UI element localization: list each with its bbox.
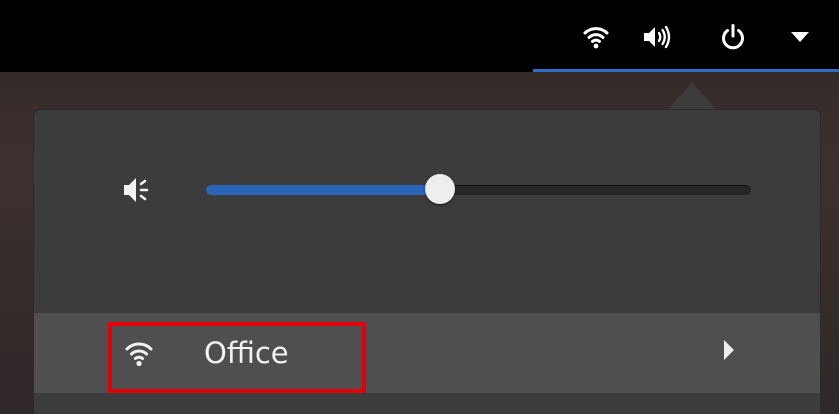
- popup-pointer: [668, 82, 716, 110]
- active-indicator: [533, 69, 839, 72]
- annotation-highlight-box: [108, 322, 366, 393]
- speaker-low-icon: [120, 173, 160, 207]
- speaker-icon: [642, 22, 672, 52]
- system-status-menu[interactable]: [533, 0, 839, 72]
- volume-slider[interactable]: [206, 174, 751, 204]
- wifi-icon: [581, 22, 611, 52]
- top-bar: [0, 0, 839, 72]
- volume-slider-handle[interactable]: [425, 174, 455, 204]
- power-icon: [718, 22, 748, 52]
- volume-row: [34, 160, 820, 220]
- volume-slider-fill: [206, 185, 440, 195]
- chevron-right-icon[interactable]: [724, 340, 734, 360]
- caret-down-icon: [785, 22, 815, 52]
